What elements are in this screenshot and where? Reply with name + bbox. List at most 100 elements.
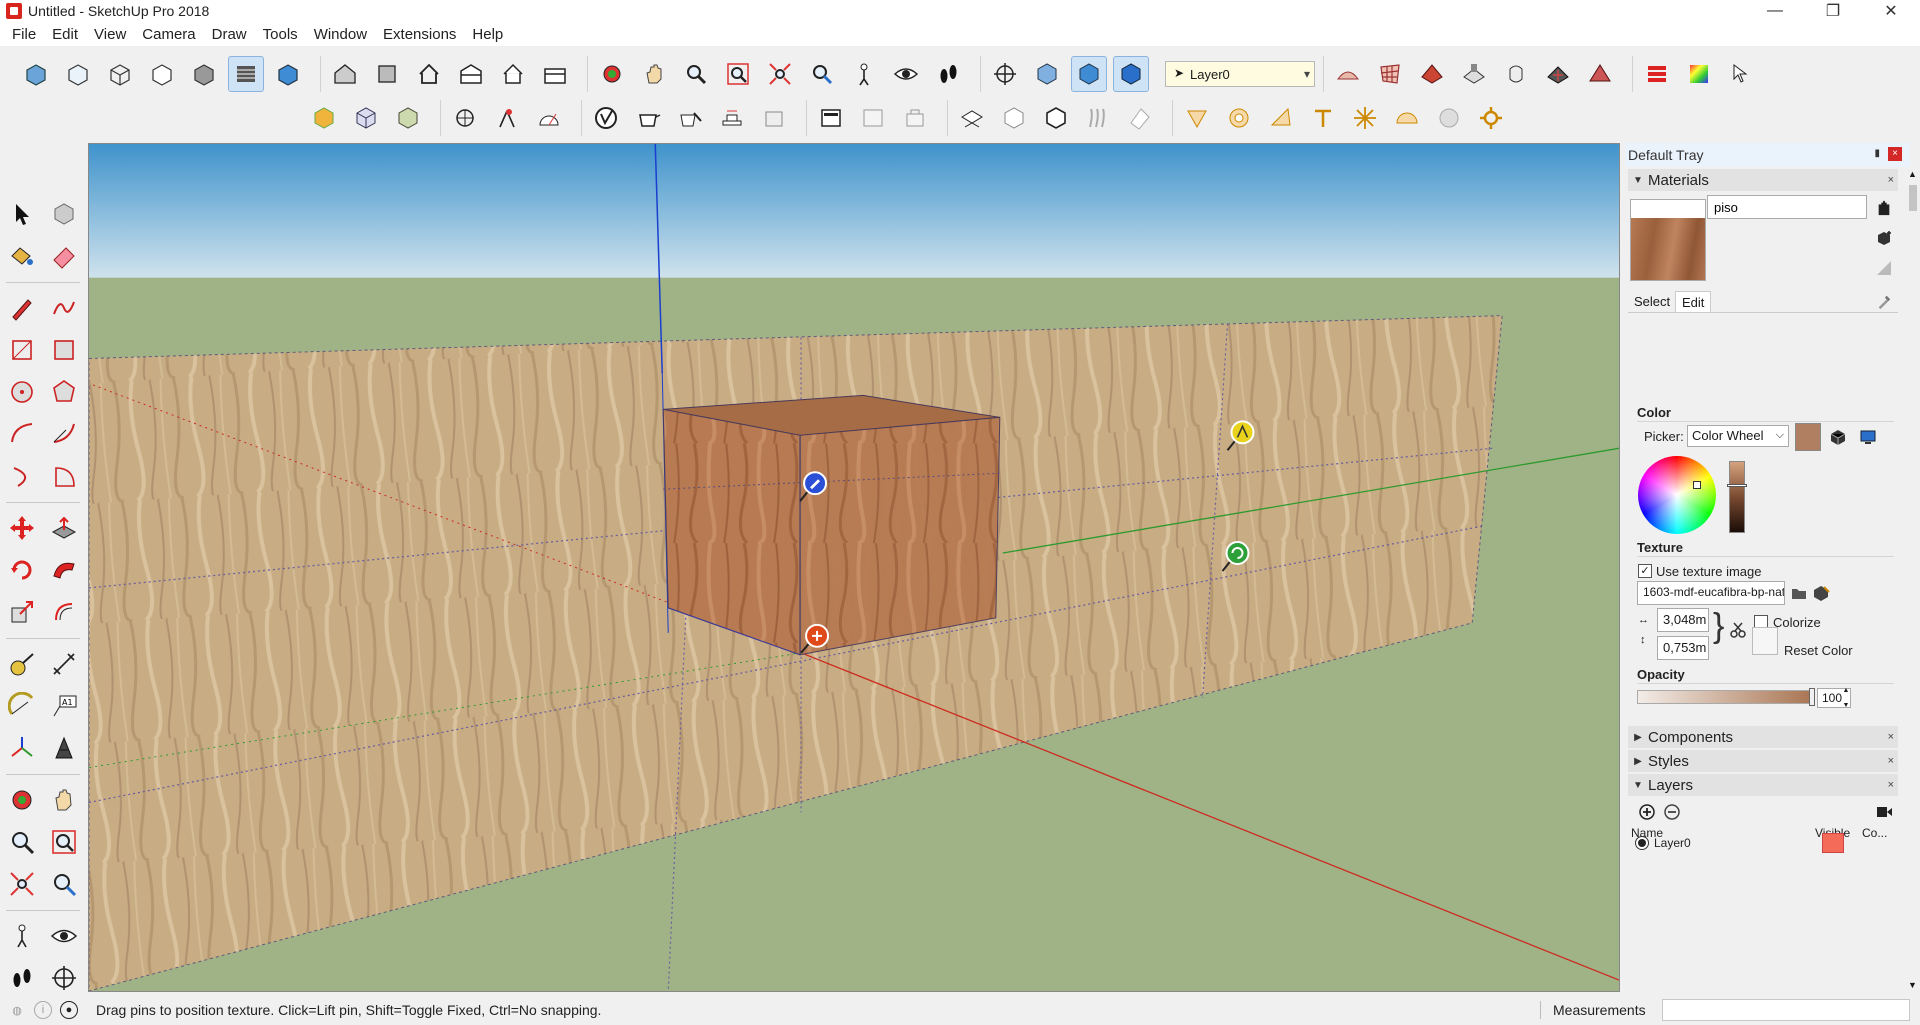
previous-view-tool-icon[interactable] [46, 866, 82, 902]
left-view-icon[interactable] [537, 56, 573, 92]
measurements-input[interactable] [1662, 999, 1910, 1021]
iso-view-icon[interactable] [327, 56, 363, 92]
paint-bucket-icon[interactable] [4, 238, 40, 274]
from-scratch-icon[interactable] [1372, 56, 1408, 92]
picker-dropdown[interactable]: Color Wheel ⌵ [1687, 425, 1789, 447]
tab-edit[interactable]: Edit [1675, 291, 1712, 313]
position-camera-tool-icon[interactable] [4, 918, 40, 954]
menu-extensions[interactable]: Extensions [375, 26, 464, 43]
three-point-arc-icon[interactable] [4, 458, 40, 494]
two-point-arc-icon[interactable] [46, 416, 82, 452]
add-detail-icon[interactable] [1540, 56, 1576, 92]
component-options-icon[interactable] [390, 100, 426, 136]
unlock-aspect-icon[interactable] [1727, 619, 1749, 641]
material-sample-icon[interactable] [1873, 227, 1895, 249]
circle-icon[interactable] [4, 374, 40, 410]
edit-texture-icon[interactable] [1810, 582, 1832, 604]
close-panel-icon[interactable]: × [1888, 174, 1894, 186]
pin-icon[interactable]: ▮ [1874, 148, 1880, 159]
teapot-icon[interactable] [630, 100, 666, 136]
components-panel-header[interactable]: ▶ Components × [1628, 726, 1898, 748]
right-view-icon[interactable] [453, 56, 489, 92]
material-name-input[interactable] [1707, 195, 1867, 219]
pie-icon[interactable] [46, 458, 82, 494]
match-color-on-screen-icon[interactable] [1857, 426, 1879, 448]
gray-sphere-icon[interactable] [1431, 100, 1467, 136]
materials-panel-header[interactable]: ▼ Materials × [1628, 169, 1898, 191]
menu-edit[interactable]: Edit [44, 26, 86, 43]
zoom-extents-tool-icon[interactable] [4, 866, 40, 902]
opacity-slider[interactable] [1637, 688, 1815, 706]
tray-scrollbar[interactable]: ▲ ▼ [1906, 167, 1920, 992]
zoom-window-tool-icon[interactable] [46, 824, 82, 860]
tab-select[interactable]: Select [1628, 291, 1676, 313]
current-color-swatch[interactable] [1795, 423, 1821, 451]
use-texture-checkbox[interactable]: ✓ [1638, 564, 1652, 578]
back-edges-icon[interactable] [60, 56, 96, 92]
styles-panel-header[interactable]: ▶ Styles × [1628, 750, 1898, 772]
color-by-layer-icon[interactable] [1681, 56, 1717, 92]
gear-icon[interactable] [1473, 100, 1509, 136]
look-around-tool-icon[interactable] [46, 918, 82, 954]
color-wheel[interactable] [1638, 456, 1716, 534]
reset-color-swatch[interactable] [1752, 627, 1778, 655]
value-slider[interactable] [1727, 461, 1747, 533]
solid-tools-icon[interactable] [1639, 56, 1675, 92]
menu-view[interactable]: View [86, 26, 134, 43]
select-settings-icon[interactable] [1723, 56, 1759, 92]
stepper-down-icon[interactable]: ▼ [1843, 702, 1850, 709]
match-color-of-object-icon[interactable] [1827, 426, 1849, 448]
drape-icon[interactable] [1498, 56, 1534, 92]
texture-projection-icon[interactable] [954, 100, 990, 136]
hidden-line-icon[interactable] [144, 56, 180, 92]
fog-icon[interactable] [1080, 100, 1116, 136]
cone-icon[interactable] [1179, 100, 1215, 136]
freehand-icon[interactable] [46, 290, 82, 326]
add-layer-icon[interactable] [1636, 801, 1658, 823]
reset-color-label[interactable]: Reset Color [1784, 643, 1853, 658]
layers-column-color[interactable]: Co... [1862, 826, 1887, 840]
protractor-tool-icon[interactable] [4, 688, 40, 724]
box-outline-icon[interactable] [996, 100, 1032, 136]
user-account-icon[interactable]: ● [60, 1001, 78, 1019]
top-view-icon[interactable] [369, 56, 405, 92]
scroll-thumb[interactable] [1909, 185, 1917, 211]
edge-style-icon[interactable] [1122, 100, 1158, 136]
close-panel-icon[interactable]: × [1888, 731, 1894, 743]
menu-tools[interactable]: Tools [255, 26, 306, 43]
back-view-icon[interactable] [495, 56, 531, 92]
texture-width-input[interactable]: 3,048m [1657, 608, 1709, 632]
section-plane-icon[interactable] [987, 56, 1023, 92]
dome-icon[interactable] [1389, 100, 1425, 136]
xray-style-icon[interactable] [18, 56, 54, 92]
texture-file-input[interactable]: 1603-mdf-eucafibra-bp-natura [1637, 581, 1785, 605]
orbit-icon[interactable] [594, 56, 630, 92]
close-panel-icon[interactable]: × [1888, 755, 1894, 767]
torus-icon[interactable] [1221, 100, 1257, 136]
orbit-tool-icon[interactable] [4, 782, 40, 818]
value-slider-knob[interactable] [1727, 484, 1747, 487]
display-secondary-pane-icon[interactable] [1873, 257, 1895, 279]
close-panel-icon[interactable]: × [1888, 779, 1894, 791]
smoove-icon[interactable] [1414, 56, 1450, 92]
3d-warehouse-icon[interactable] [588, 100, 624, 136]
scene-canvas[interactable] [89, 144, 1619, 991]
opacity-slider-handle[interactable] [1809, 688, 1815, 706]
add-location-icon[interactable] [756, 100, 792, 136]
eyedropper-icon[interactable] [1873, 291, 1895, 313]
close-tray-icon[interactable]: × [1888, 147, 1902, 161]
scale-icon[interactable] [4, 594, 40, 630]
zoom-window-icon[interactable] [720, 56, 756, 92]
display-section-planes-icon[interactable] [1029, 56, 1065, 92]
star-icon[interactable] [1347, 100, 1383, 136]
stepper-up-icon[interactable]: ▲ [1843, 687, 1850, 694]
look-around-icon[interactable] [888, 56, 924, 92]
pan-icon[interactable] [636, 56, 672, 92]
shaded-textures-icon[interactable] [228, 56, 264, 92]
pan-tool-icon[interactable] [46, 782, 82, 818]
active-layer-radio[interactable] [1635, 836, 1649, 850]
tape-measure-icon[interactable] [4, 646, 40, 682]
drawing-viewport[interactable] [88, 143, 1620, 992]
previous-view-icon[interactable] [804, 56, 840, 92]
rectangle-icon[interactable] [4, 332, 40, 368]
